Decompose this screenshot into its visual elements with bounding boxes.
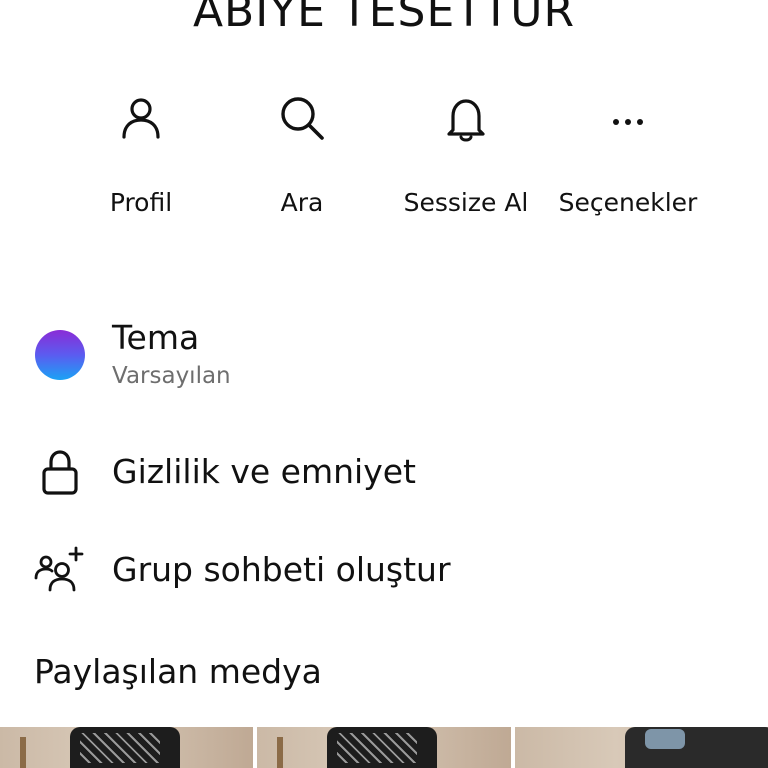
shared-media-title: Paylaşılan medya xyxy=(34,652,322,691)
mute-label: Sessize Al xyxy=(403,188,529,217)
media-thumbnail[interactable] xyxy=(257,727,511,768)
lock-icon xyxy=(42,450,78,495)
privacy-icon-wrap xyxy=(34,446,86,498)
more-icon xyxy=(613,119,643,125)
theme-swatch xyxy=(34,329,86,381)
privacy-label: Gizlilik ve emniyet xyxy=(112,452,416,491)
search-action[interactable]: Ara xyxy=(222,92,382,225)
search-icon xyxy=(281,97,324,140)
create-group-setting[interactable]: Grup sohbeti oluştur xyxy=(34,544,754,596)
page-title: ABIYE TESETTUR xyxy=(192,0,576,37)
profile-action[interactable]: Profil xyxy=(61,92,221,225)
theme-label: Tema xyxy=(112,318,200,357)
privacy-text: Gizlilik ve emniyet xyxy=(112,452,416,492)
privacy-setting[interactable]: Gizlilik ve emniyet xyxy=(34,446,754,498)
shared-media-grid xyxy=(0,727,768,768)
theme-color-dot xyxy=(35,330,85,380)
thumb-figure xyxy=(70,727,180,768)
media-thumbnail[interactable] xyxy=(0,727,254,768)
group-text: Grup sohbeti oluştur xyxy=(112,550,451,590)
theme-text: Tema Varsayılan xyxy=(112,318,231,392)
thumb-shelf xyxy=(20,737,26,768)
profile-label: Profil xyxy=(109,188,173,217)
add-group-icon xyxy=(34,546,84,592)
person-icon xyxy=(122,98,160,139)
options-label: Seçenekler xyxy=(558,188,698,217)
mute-action[interactable]: Sessize Al xyxy=(386,92,546,225)
search-label: Ara xyxy=(280,188,324,217)
thumb-figure xyxy=(624,727,768,768)
bell-icon xyxy=(447,99,485,142)
theme-setting[interactable]: Tema Varsayılan xyxy=(34,318,754,392)
thumb-shelf xyxy=(277,737,284,768)
options-action[interactable]: Seçenekler xyxy=(548,92,708,225)
theme-value: Varsayılan xyxy=(112,363,231,389)
group-icon-wrap xyxy=(34,544,86,596)
group-label: Grup sohbeti oluştur xyxy=(112,550,451,589)
media-thumbnail[interactable] xyxy=(514,727,768,768)
chat-details-page: ABIYE TESETTUR Profil Ara Sessize Al Seç… xyxy=(0,0,768,768)
action-bar: Profil Ara Sessize Al Seçenekler xyxy=(0,92,768,272)
thumb-figure xyxy=(327,727,438,768)
